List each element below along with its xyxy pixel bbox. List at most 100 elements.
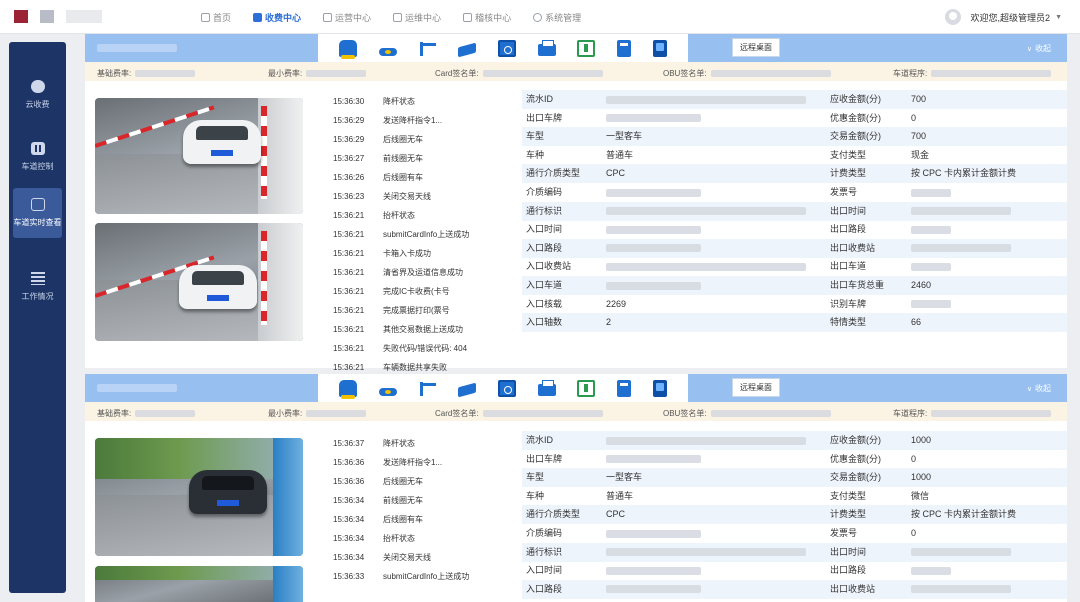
- work-status-icon: [30, 272, 45, 285]
- vehicle-detector-icon[interactable]: [378, 388, 397, 396]
- detail-label: 流水ID: [526, 94, 554, 104]
- detail-label: 出口车牌: [526, 112, 563, 123]
- log-time: 15:36:29: [333, 116, 365, 125]
- sidebar-item-lane-control[interactable]: 车道控制: [13, 132, 62, 182]
- sidebar-item-lane-monitor[interactable]: 车道实时查看: [13, 188, 62, 238]
- gear-icon: [533, 12, 543, 22]
- detail-label: 流水ID: [526, 435, 554, 445]
- barrier-gate-icon[interactable]: [418, 380, 437, 397]
- upload-icon[interactable]: [577, 39, 596, 57]
- detail-label: 出口收费站: [830, 583, 876, 594]
- log-time: 15:36:34: [333, 553, 365, 562]
- detail-value: 一型客车: [606, 472, 643, 483]
- detail-row: 通行标识 出口时间: [522, 201, 1067, 221]
- log-message: 清省界及运道信息成功: [383, 268, 463, 277]
- remote-desktop-button[interactable]: 远程桌面: [732, 38, 780, 57]
- detail-row: 流水ID 应收金额(分) 700: [522, 90, 1067, 109]
- log-entry: 15:36:29 后线圈无车: [333, 130, 513, 149]
- detail-label: 通行介质类型: [526, 168, 581, 179]
- nav-item-operations[interactable]: 运营中心: [312, 0, 382, 34]
- sidebar-item-cloud-toll[interactable]: 云收费: [13, 70, 62, 120]
- terminal-icon[interactable]: [653, 39, 667, 57]
- vehicle-icon[interactable]: [338, 39, 357, 59]
- detail-label: 发票号: [830, 187, 858, 197]
- lane-camera-photo[interactable]: [95, 98, 303, 214]
- info-card-list: Card签名单:: [435, 408, 603, 419]
- detail-label: 通行标识: [526, 546, 563, 557]
- remote-desktop-button[interactable]: 远程桌面: [732, 378, 780, 397]
- upload-icon[interactable]: [577, 379, 596, 397]
- detail-label: 车种: [526, 490, 545, 501]
- detail-label: 出口路段: [830, 565, 867, 576]
- collapse-toggle[interactable]: ∨ 收起: [1027, 383, 1051, 394]
- log-time: 15:36:21: [333, 287, 365, 296]
- detail-value: 66: [911, 317, 922, 328]
- avatar: [944, 9, 961, 25]
- card-reader-icon[interactable]: [617, 39, 632, 57]
- detail-label: 特情类型: [830, 317, 867, 328]
- lane-title-blurred: [97, 384, 177, 392]
- lane-title-blurred: [97, 44, 177, 52]
- lane-panel: 远程桌面 ∨ 收起 基础费率: 最小费率: Card签名单: OBU签名单: 车道…: [85, 374, 1067, 602]
- log-time: 15:36:34: [333, 534, 365, 543]
- nav-item-audit[interactable]: 稽核中心: [452, 0, 522, 34]
- log-message: 发送降杆指令1...: [383, 458, 443, 467]
- terminal-icon[interactable]: [653, 379, 667, 397]
- toll-icon: [253, 12, 263, 22]
- log-message: 抬杆状态: [383, 211, 415, 220]
- log-time: 15:36:33: [333, 572, 365, 581]
- detail-value-blurred: [911, 580, 1011, 599]
- detail-value: 普通车: [606, 149, 634, 160]
- printer-icon[interactable]: [537, 380, 556, 396]
- log-message: 失败代码/错误代码: 404: [383, 344, 468, 353]
- detail-value-blurred: [911, 183, 951, 202]
- antenna-icon[interactable]: [497, 379, 516, 397]
- detail-row: 车种 普通车 支付类型 现金: [522, 146, 1067, 165]
- barrier-gate-icon[interactable]: [418, 40, 437, 57]
- log-message: 完成IC卡收费(卡号: [383, 287, 450, 296]
- user-menu[interactable]: 欢迎您,超级管理员2 ▼: [944, 9, 1062, 25]
- lane-camera-photo[interactable]: [95, 223, 303, 341]
- detail-value-blurred: [911, 220, 951, 239]
- detail-label: 车型: [526, 472, 545, 483]
- lane-camera-photo[interactable]: [95, 438, 303, 556]
- log-entry: 15:36:21 卡箱入卡成功: [333, 244, 513, 263]
- detail-label: 入口轴数: [526, 317, 563, 328]
- log-message: 后线圈有车: [383, 515, 423, 524]
- camera-icon[interactable]: [458, 382, 477, 398]
- log-entry: 15:36:21 失败代码/错误代码: 404: [333, 339, 513, 358]
- detail-value: 700: [911, 94, 927, 104]
- detail-label: 交易金额(分): [830, 131, 881, 142]
- nav-item-home[interactable]: 首页: [190, 0, 242, 34]
- nav-item-maintenance[interactable]: 运维中心: [382, 0, 452, 34]
- vehicle-detector-icon[interactable]: [378, 48, 397, 56]
- log-time: 15:36:21: [333, 344, 365, 353]
- log-entry: 15:36:21 其他交易数据上送成功: [333, 320, 513, 339]
- camera-icon[interactable]: [458, 42, 477, 58]
- log-time: 15:36:30: [333, 97, 365, 106]
- detail-label: 支付类型: [830, 149, 867, 160]
- top-bar: 首页 收费中心 运营中心 运维中心 稽核中心 系统管理 欢迎您,超级管理员2 ▼: [0, 0, 1080, 34]
- detail-label: 优惠金额(分): [830, 453, 881, 464]
- nav-item-toll-center[interactable]: 收费中心: [242, 0, 312, 34]
- sidebar-item-work-status[interactable]: 工作情况: [13, 262, 62, 312]
- log-time: 15:36:27: [333, 154, 365, 163]
- detail-label: 通行标识: [526, 205, 563, 216]
- nav-item-system[interactable]: 系统管理: [522, 0, 592, 34]
- log-message: 完成票据打印(票号: [383, 306, 450, 315]
- lane-camera-photo[interactable]: [95, 566, 303, 602]
- card-reader-icon[interactable]: [617, 379, 632, 397]
- antenna-icon[interactable]: [497, 39, 516, 57]
- detail-label: 入口时间: [526, 565, 563, 576]
- detail-row: 车型 一型客车 交易金额(分) 700: [522, 127, 1067, 147]
- printer-icon[interactable]: [537, 40, 556, 56]
- detail-value: 700: [911, 131, 927, 142]
- lane-info-row: 基础费率: 最小费率: Card签名单: OBU签名单: 车道程序:: [85, 402, 1067, 421]
- vehicle-icon[interactable]: [338, 379, 357, 399]
- info-base-rate: 基础费率:: [97, 68, 196, 79]
- logo-text-blurred: [66, 10, 102, 23]
- collapse-toggle[interactable]: ∨ 收起: [1027, 43, 1051, 54]
- detail-value-blurred: [911, 295, 951, 314]
- log-message: 发送降杆指令1...: [383, 116, 443, 125]
- main-nav: 首页 收费中心 运营中心 运维中心 稽核中心 系统管理: [190, 0, 592, 34]
